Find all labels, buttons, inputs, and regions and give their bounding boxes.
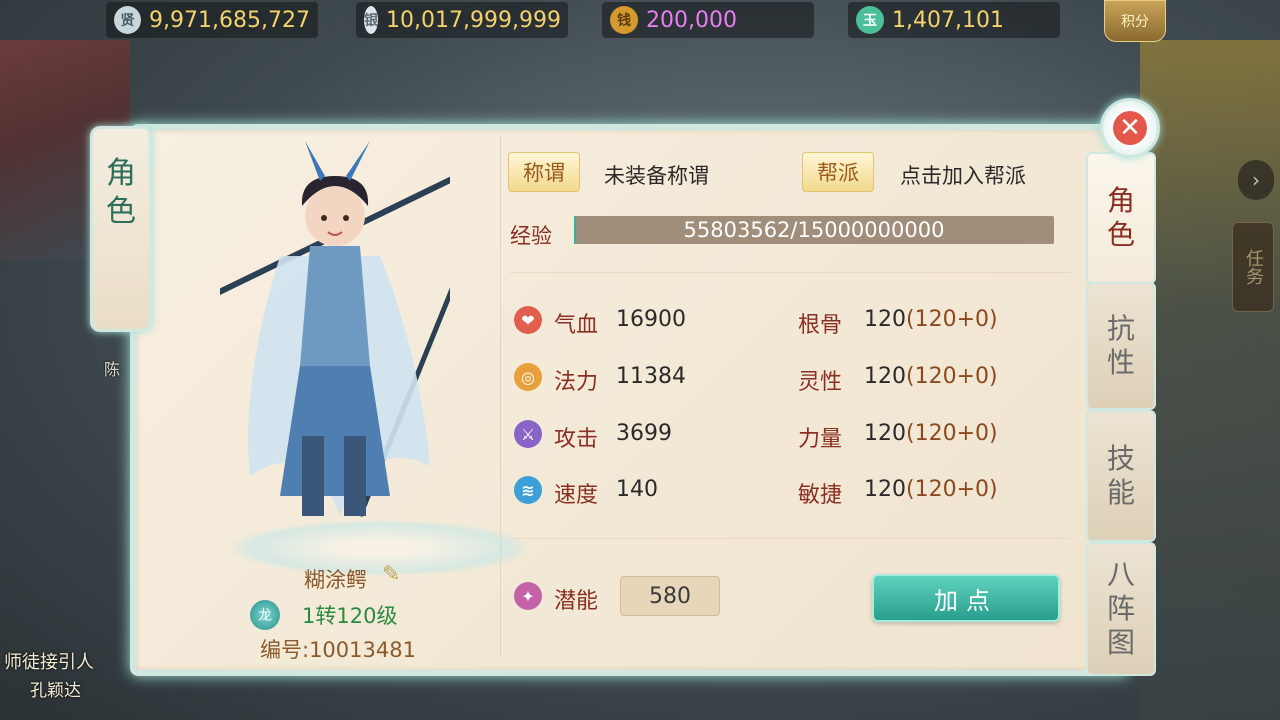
speed-icon: ≋ xyxy=(514,476,542,504)
stat-value-constitution: 120(120+0) xyxy=(864,307,998,332)
stat-label-agility: 敏捷 xyxy=(798,483,843,508)
exp-label: 经验 xyxy=(510,224,552,248)
character-id: 编号:10013481 xyxy=(260,638,416,662)
stat-label-spirit: 灵性 xyxy=(798,370,843,395)
currency-value: 10,017,999,999 xyxy=(386,7,561,33)
dragon-badge-icon: 龙 xyxy=(250,600,280,630)
divider xyxy=(510,272,1070,273)
stat-value-agility: 120(120+0) xyxy=(864,477,998,502)
close-button[interactable]: ✕ xyxy=(1100,98,1160,158)
expand-arrow-button[interactable]: › xyxy=(1238,160,1274,200)
guild-tag-button[interactable]: 帮派 xyxy=(802,152,874,192)
tab-resistance[interactable]: 抗性 xyxy=(1086,282,1156,410)
title-value: 未装备称谓 xyxy=(604,164,709,188)
stat-value-mp: 11384 xyxy=(616,364,686,389)
blood-icon: ❤ xyxy=(514,306,542,334)
exp-bar: 55803562/15000000000 xyxy=(574,216,1054,244)
background-statue xyxy=(1140,40,1280,720)
score-button[interactable]: 积分 xyxy=(1104,0,1166,42)
tab-character[interactable]: 角色 xyxy=(1086,152,1156,284)
mana-icon: ◎ xyxy=(514,363,542,391)
character-panel: 角色 糊涂鳄 ✎ 龙 1转120级 编号:10013481 称谓 未装备称谓 帮… xyxy=(90,98,1160,682)
currency-1[interactable]: 贤 9,971,685,727 xyxy=(106,2,318,38)
attack-icon: ⚔ xyxy=(514,420,542,448)
potential-icon: ✦ xyxy=(514,582,542,610)
stat-value-strength: 120(120+0) xyxy=(864,421,998,446)
currency-value: 1,407,101 xyxy=(892,7,1004,33)
npc-title[interactable]: 师徒接引人 xyxy=(4,652,94,674)
character-portrait xyxy=(220,141,450,517)
stat-label-strength: 力量 xyxy=(798,427,843,452)
stat-label-mp: 法力 xyxy=(554,370,599,395)
stat-value-speed: 140 xyxy=(616,477,658,502)
guild-join-link[interactable]: 点击加入帮派 xyxy=(900,160,1026,190)
stat-label-constitution: 根骨 xyxy=(798,313,843,338)
divider xyxy=(510,538,1070,539)
title-tag-button[interactable]: 称谓 xyxy=(508,152,580,192)
stat-value-spirit: 120(120+0) xyxy=(864,364,998,389)
tab-skills[interactable]: 技能 xyxy=(1086,410,1156,542)
stat-value-attack: 3699 xyxy=(616,421,672,446)
coin-icon: 贤 xyxy=(114,6,142,34)
currency-4[interactable]: 玉 1,407,101 xyxy=(848,2,1060,38)
character-level: 1转120级 xyxy=(302,604,398,628)
add-points-button[interactable]: 加点 xyxy=(872,574,1060,622)
character-portrait-area xyxy=(150,136,530,576)
tab-formation[interactable]: 八阵图 xyxy=(1086,542,1156,676)
jade-icon: 玉 xyxy=(856,6,884,34)
silver-ingot-icon: 银 xyxy=(364,6,378,34)
stat-label-speed: 速度 xyxy=(554,483,599,508)
exp-text: 55803562/15000000000 xyxy=(683,218,945,242)
character-name: 糊涂鳄 xyxy=(304,568,367,592)
task-tab[interactable]: 任务 xyxy=(1232,222,1274,312)
divider xyxy=(500,136,501,656)
stat-label-attack: 攻击 xyxy=(554,427,599,452)
currency-value: 200,000 xyxy=(646,7,737,33)
copper-coin-icon: 钱 xyxy=(610,6,638,34)
left-tab-character[interactable]: 角色 xyxy=(90,126,152,332)
npc-name[interactable]: 孔颖达 xyxy=(30,676,81,701)
stat-value-hp: 16900 xyxy=(616,307,686,332)
currency-3[interactable]: 钱 200,000 xyxy=(602,2,814,38)
left-tab-label: 角色 xyxy=(106,156,136,229)
stat-label-hp: 气血 xyxy=(554,313,599,338)
rename-pen-icon[interactable]: ✎ xyxy=(382,562,400,587)
currency-value: 9,971,685,727 xyxy=(149,7,310,33)
currency-2[interactable]: 银 10,017,999,999 xyxy=(356,2,568,38)
close-icon: ✕ xyxy=(1113,111,1147,145)
potential-value: 580 xyxy=(620,576,720,616)
potential-label: 潜能 xyxy=(554,589,599,614)
